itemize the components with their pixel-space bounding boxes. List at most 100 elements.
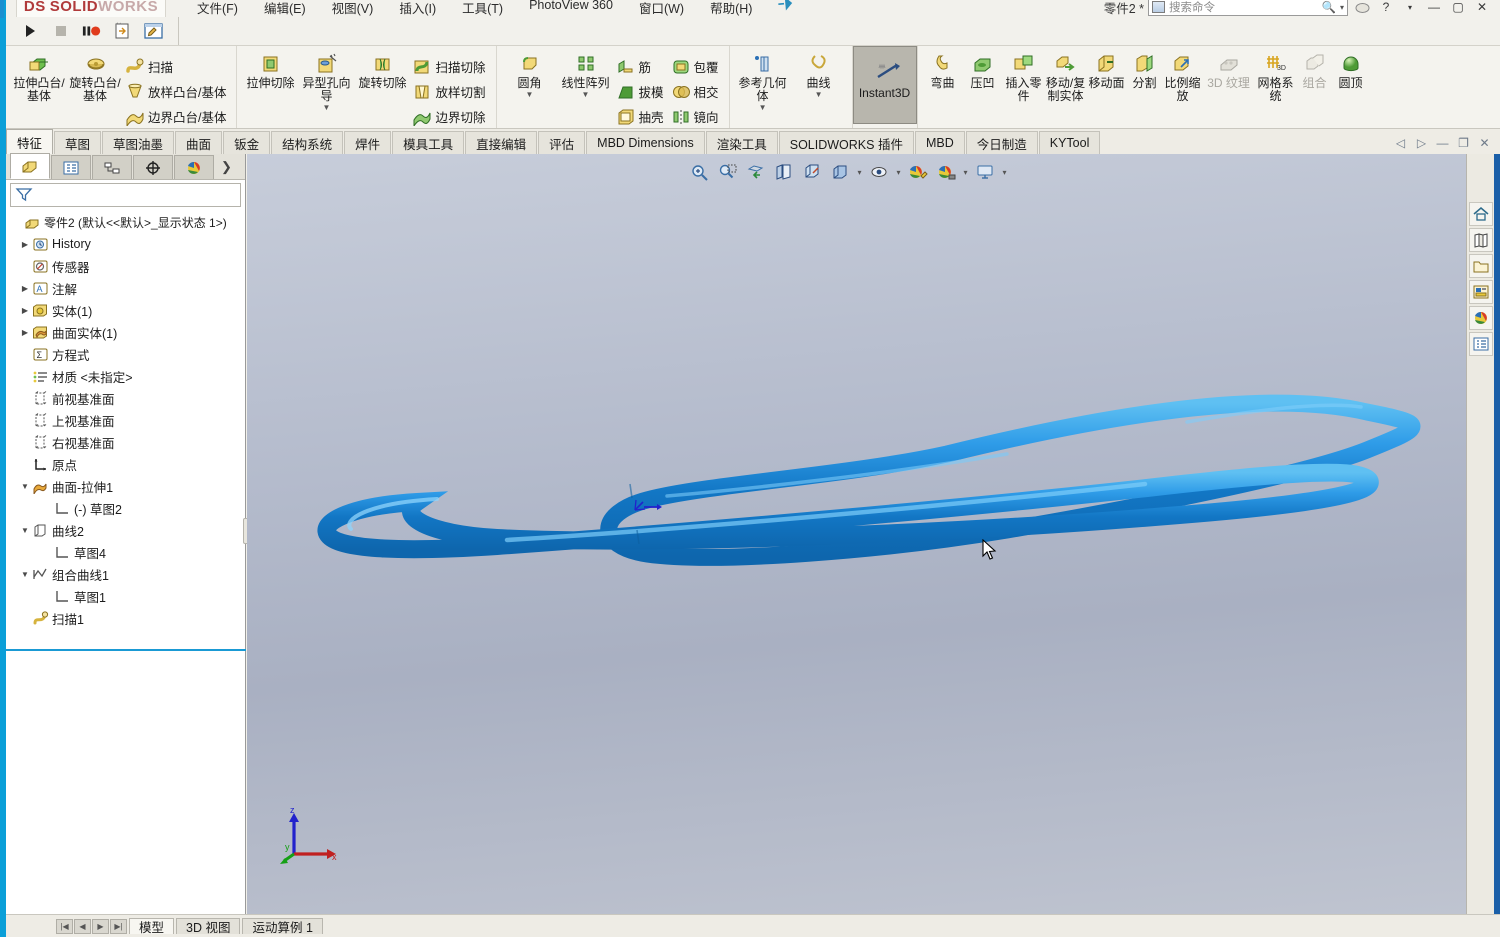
loft-boss-button[interactable]: 放样凸台/基体: [123, 79, 231, 103]
tab-sheet-metal[interactable]: 钣金: [223, 131, 271, 154]
menu-item-view[interactable]: 视图(V): [319, 0, 387, 19]
tree-item-surface-bodies[interactable]: ▶ 曲面实体(1): [10, 321, 245, 343]
hole-wizard-caret-icon[interactable]: ▼: [323, 104, 331, 112]
swept-tube-model[interactable]: [247, 154, 1466, 914]
menu-item-edit[interactable]: 编辑(E): [251, 0, 319, 19]
mesh-system-button[interactable]: 3D 网格系统: [1255, 49, 1297, 103]
move-face-button[interactable]: 移动面: [1087, 49, 1127, 90]
rib-button[interactable]: 筋: [614, 54, 669, 78]
tab-mold-tools[interactable]: 模具工具: [392, 131, 465, 154]
rollback-bar[interactable]: [6, 649, 246, 651]
previous-document-button[interactable]: ◁: [1391, 134, 1410, 151]
tree-item-sketch1[interactable]: 草图1: [10, 585, 245, 607]
scale-button[interactable]: 比例缩放: [1163, 49, 1203, 103]
mirror-button[interactable]: 镜向: [669, 104, 724, 128]
tab-evaluate[interactable]: 评估: [538, 131, 586, 154]
sweep-cut-button[interactable]: 扫描切除: [410, 54, 490, 78]
tab-solidworks-addins[interactable]: SOLIDWORKS 插件: [778, 131, 914, 154]
tab-mbd[interactable]: MBD: [914, 131, 965, 154]
expand-arrow-annotations[interactable]: ▶: [18, 284, 32, 293]
help-button[interactable]: ?: [1376, 0, 1396, 16]
view-palette-icon[interactable]: [1468, 280, 1493, 304]
tree-item-curve2[interactable]: ▼ 曲线2: [10, 519, 245, 541]
menu-item-file[interactable]: 文件(F): [184, 0, 251, 19]
tree-item-equations[interactable]: Σ 方程式: [10, 343, 245, 365]
prev-tab-button[interactable]: ◀: [74, 918, 91, 934]
menu-item-tools[interactable]: 工具(T): [449, 0, 516, 19]
tree-root-item[interactable]: ▶ 零件2 (默认<<默认>_显示状态 1>): [10, 211, 245, 233]
pause-record-icon[interactable]: [82, 21, 102, 41]
boundary-boss-button[interactable]: 边界凸台/基体: [123, 104, 231, 128]
instant3d-button[interactable]: Instant3D: [852, 46, 917, 124]
revolve-boss-button[interactable]: 旋转凸台/基体: [67, 49, 123, 103]
tree-item-material[interactable]: 材质 <未指定>: [10, 365, 245, 387]
curves-button[interactable]: 曲线 ▼: [791, 49, 847, 99]
split-button[interactable]: 分割: [1127, 49, 1163, 90]
loft-cut-button[interactable]: 放样切割: [410, 79, 490, 103]
tree-item-composite-curve1[interactable]: ▼ 组合曲线1: [10, 563, 245, 585]
maximize-button[interactable]: ▢: [1448, 0, 1468, 16]
bottom-tab-motion-study[interactable]: 运动算例 1: [242, 918, 323, 935]
move-copy-body-button[interactable]: 移动/复制实体: [1045, 49, 1087, 103]
feature-tree-tab[interactable]: [10, 153, 50, 179]
next-tab-button[interactable]: ▶: [92, 918, 109, 934]
linear-pattern-caret-icon[interactable]: ▼: [582, 91, 590, 99]
close-button[interactable]: ✕: [1472, 0, 1492, 16]
collapse-arrow-curve2[interactable]: ▼: [18, 526, 32, 535]
fillet-caret-icon[interactable]: ▼: [526, 91, 534, 99]
flex-button[interactable]: 弯曲: [923, 49, 963, 90]
bottom-tab-model[interactable]: 模型: [129, 918, 175, 935]
hole-wizard-button[interactable]: 异型孔向导 ▼: [298, 49, 354, 112]
help-balloon-icon[interactable]: [1352, 0, 1372, 16]
tab-surfaces[interactable]: 曲面: [175, 131, 223, 154]
property-manager-tab[interactable]: [51, 155, 91, 179]
indent-button[interactable]: 压凹: [963, 49, 1003, 90]
tree-item-surface-extrude1[interactable]: ▼ 曲面-拉伸1: [10, 475, 245, 497]
tab-sketch-ink[interactable]: 草图油墨: [102, 131, 175, 154]
tree-item-sketch2[interactable]: (-) 草图2: [10, 497, 245, 519]
dimxpert-manager-tab[interactable]: [133, 155, 173, 179]
document-minimize-button[interactable]: —: [1433, 134, 1452, 151]
play-icon[interactable]: [20, 21, 40, 41]
tab-render-tools[interactable]: 渲染工具: [705, 131, 778, 154]
dome-button[interactable]: 圆顶: [1333, 49, 1369, 90]
tree-item-front-plane[interactable]: 前视基准面: [10, 387, 245, 409]
file-explorer-icon[interactable]: [1468, 254, 1493, 278]
collapse-arrow-composite-curve1[interactable]: ▼: [18, 570, 32, 579]
custom-properties-icon[interactable]: [1468, 332, 1493, 356]
tree-item-annotations[interactable]: ▶ A 注解: [10, 277, 245, 299]
fillet-button[interactable]: 圆角 ▼: [502, 49, 558, 99]
menu-item-insert[interactable]: 插入(I): [386, 0, 449, 19]
extrude-cut-button[interactable]: 拉伸切除: [242, 49, 298, 90]
appearances-scenes-icon[interactable]: [1468, 306, 1493, 330]
linear-pattern-button[interactable]: 线性阵列 ▼: [558, 49, 614, 99]
shell-button[interactable]: 抽壳: [614, 104, 669, 128]
design-library-icon[interactable]: [1468, 228, 1493, 252]
tab-sketch[interactable]: 草图: [54, 131, 102, 154]
sweep-button[interactable]: 扫描: [123, 54, 231, 78]
tree-item-right-plane[interactable]: 右视基准面: [10, 431, 245, 453]
tree-item-top-plane[interactable]: 上视基准面: [10, 409, 245, 431]
document-restore-button[interactable]: ❐: [1454, 134, 1473, 151]
menu-item-help[interactable]: 帮助(H): [697, 0, 765, 19]
wrap-button[interactable]: 包覆: [669, 54, 724, 78]
tab-manufacturing-today[interactable]: 今日制造: [965, 131, 1038, 154]
expand-arrow-solid-bodies[interactable]: ▶: [18, 306, 32, 315]
search-input[interactable]: 搜索命令 🔍 ▾: [1148, 0, 1348, 16]
expand-panel-button[interactable]: ❯: [221, 159, 232, 179]
extrude-boss-button[interactable]: 拉伸凸台/基体: [11, 49, 67, 103]
tree-item-sketch4[interactable]: 草图4: [10, 541, 245, 563]
minimize-button[interactable]: —: [1424, 0, 1444, 16]
next-document-button[interactable]: ▷: [1412, 134, 1431, 151]
boundary-cut-button[interactable]: 边界切除: [410, 104, 490, 128]
bottom-tab-3d-views[interactable]: 3D 视图: [176, 918, 241, 935]
configuration-manager-tab[interactable]: [92, 155, 132, 179]
reference-geometry-caret-icon[interactable]: ▼: [759, 104, 767, 112]
search-magnifier-icon[interactable]: 🔍: [1322, 0, 1336, 14]
expand-arrow-history[interactable]: ▶: [18, 240, 32, 249]
graphics-viewport[interactable]: ▾ ▾ ▾ ▾ z x y: [247, 154, 1466, 914]
last-tab-button[interactable]: ▶|: [110, 918, 127, 934]
search-caret-icon[interactable]: ▾: [1340, 3, 1344, 12]
feature-tree-filter-input[interactable]: [10, 183, 241, 207]
tab-mbd-dimensions[interactable]: MBD Dimensions: [586, 131, 705, 154]
